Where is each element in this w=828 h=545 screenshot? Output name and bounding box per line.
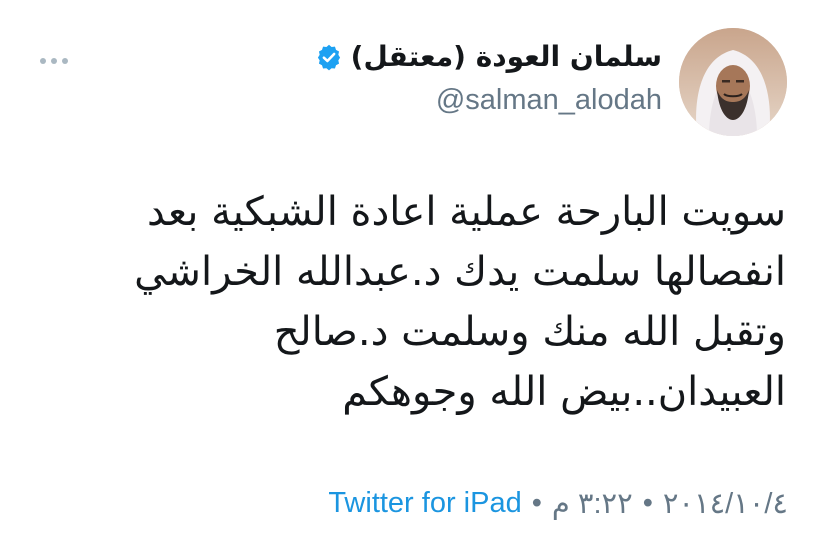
separator: • <box>531 487 542 519</box>
dot <box>40 58 46 64</box>
tweet-text-line: وتقبل الله منك وسلمت د.صالح <box>273 309 786 355</box>
tweet-time[interactable]: ٣:٢٢ م <box>552 486 633 521</box>
avatar[interactable] <box>679 28 787 136</box>
dot <box>51 58 57 64</box>
author-name-row[interactable]: سلمان العودة (معتقل) <box>315 40 662 73</box>
tweet-metadata: ٢٠١٤/١٠/٤ • ٣:٢٢ م • Twitter for iPad <box>328 486 788 521</box>
verified-badge-icon <box>317 44 340 70</box>
tweet-text-line: سويت البارحة عملية اعادة الشبكية بعد <box>147 189 786 235</box>
more-dots-icon[interactable] <box>40 55 76 67</box>
tweet-text-line: العبيدان..بيض الله وجوهكم <box>342 369 786 415</box>
dot <box>62 58 68 64</box>
tweet-date[interactable]: ٢٠١٤/١٠/٤ <box>663 486 788 521</box>
author-handle[interactable]: @salman_alodah <box>436 84 662 117</box>
tweet-source-link[interactable]: Twitter for iPad <box>328 487 521 520</box>
tweet-text: سويت البارحة عملية اعادة الشبكية بعد انف… <box>46 182 786 422</box>
display-name[interactable]: سلمان العودة (معتقل) <box>351 40 662 73</box>
tweet-card: سلمان العودة (معتقل) @salman_alodah سويت… <box>0 0 828 545</box>
avatar-image <box>679 28 787 136</box>
separator: • <box>642 487 653 519</box>
tweet-text-line: انفصالها سلمت يدك د.عبدالله الخراشي <box>134 249 786 295</box>
